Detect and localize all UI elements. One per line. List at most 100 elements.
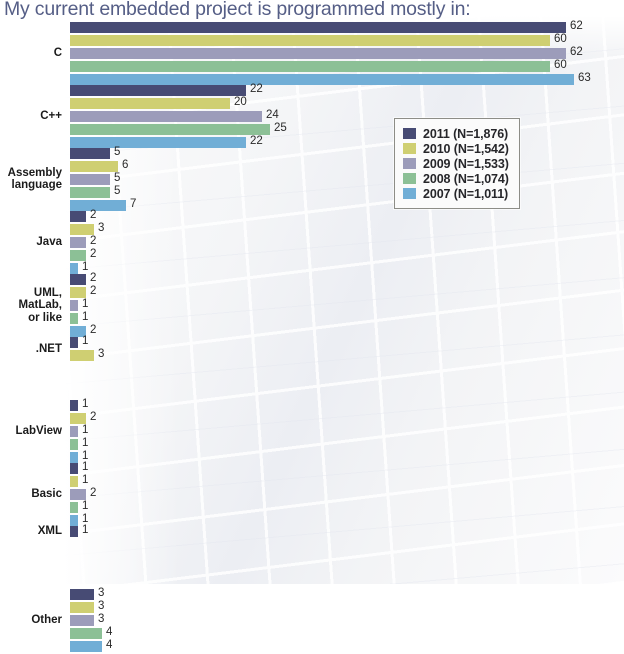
bar-fill bbox=[70, 211, 86, 222]
bar[interactable]: 5 bbox=[70, 172, 120, 185]
bar[interactable]: 3 bbox=[70, 222, 104, 235]
bar-value-label: 2 bbox=[90, 209, 97, 221]
bar[interactable]: 1 bbox=[70, 335, 88, 348]
bar-fill bbox=[70, 48, 566, 59]
bar-value-label: 22 bbox=[250, 135, 263, 147]
bar[interactable]: 3 bbox=[70, 348, 104, 361]
bar-fill bbox=[70, 463, 78, 474]
bar[interactable]: 7 bbox=[70, 198, 136, 211]
bar[interactable]: 1 bbox=[70, 461, 88, 474]
bar[interactable]: 6 bbox=[70, 159, 128, 172]
legend-swatch-icon bbox=[403, 173, 416, 184]
bar[interactable]: 60 bbox=[70, 33, 567, 46]
bar[interactable]: 25 bbox=[70, 122, 287, 135]
category-group: Assembly language 5 6 5 5 7 bbox=[0, 146, 624, 213]
bar-fill bbox=[70, 502, 78, 513]
bar-value-label: 60 bbox=[554, 33, 567, 45]
bar[interactable]: 1 bbox=[70, 437, 88, 450]
bar[interactable]: 1 bbox=[70, 500, 88, 513]
bar-value-label: 3 bbox=[98, 587, 105, 599]
legend-item[interactable]: 2007 (N=1,011) bbox=[403, 186, 509, 201]
bar-value-label: 4 bbox=[106, 626, 113, 638]
category-group: Java 2 3 2 2 1 bbox=[0, 209, 624, 276]
legend-item[interactable]: 2008 (N=1,074) bbox=[403, 171, 509, 186]
bar-value-label: 62 bbox=[570, 20, 583, 32]
bar-fill bbox=[70, 337, 78, 348]
bar[interactable]: 2 bbox=[70, 285, 96, 298]
category-label: Other bbox=[31, 614, 62, 627]
bar-value-label: 5 bbox=[114, 172, 121, 184]
bar-fill bbox=[70, 476, 78, 487]
bar-fill bbox=[70, 439, 78, 450]
legend-item-label: 2011 (N=1,876) bbox=[423, 126, 509, 141]
bar[interactable]: 2 bbox=[70, 209, 96, 222]
legend-swatch-icon bbox=[403, 143, 416, 154]
bar[interactable]: 62 bbox=[70, 20, 583, 33]
category-group: XML 1 bbox=[0, 524, 624, 591]
category-label: .NET bbox=[35, 342, 62, 355]
category-label: XML bbox=[37, 525, 62, 538]
bar[interactable]: 5 bbox=[70, 185, 120, 198]
bar[interactable]: 1 bbox=[70, 298, 88, 311]
bar[interactable]: 1 bbox=[70, 261, 88, 274]
bar[interactable]: 1 bbox=[70, 424, 88, 437]
bar[interactable]: 3 bbox=[70, 613, 104, 626]
bar-value-label: 3 bbox=[98, 222, 105, 234]
bar-fill bbox=[70, 137, 246, 148]
bar[interactable]: 1 bbox=[70, 474, 88, 487]
legend-swatch-icon bbox=[403, 158, 416, 169]
bar[interactable]: 22 bbox=[70, 83, 263, 96]
legend-item-label: 2007 (N=1,011) bbox=[423, 186, 509, 201]
bar[interactable]: 1 bbox=[70, 311, 88, 324]
bar-value-label: 63 bbox=[578, 72, 591, 84]
bar-value-label: 1 bbox=[82, 424, 89, 436]
bar-fill bbox=[70, 224, 94, 235]
bar[interactable]: 22 bbox=[70, 135, 263, 148]
category-label: C++ bbox=[40, 110, 62, 123]
bar[interactable]: 2 bbox=[70, 272, 96, 285]
bar[interactable]: 2 bbox=[70, 487, 96, 500]
bar[interactable]: 60 bbox=[70, 59, 567, 72]
bar-value-label: 1 bbox=[82, 461, 89, 473]
bar[interactable]: 2 bbox=[70, 235, 96, 248]
bar-fill bbox=[70, 98, 230, 109]
bar[interactable]: 63 bbox=[70, 72, 591, 85]
bar-value-label: 1 bbox=[82, 500, 89, 512]
bar[interactable]: 20 bbox=[70, 96, 247, 109]
bar-fill bbox=[70, 124, 270, 135]
category-label: LabView bbox=[15, 425, 62, 438]
legend-item-label: 2010 (N=1,542) bbox=[423, 141, 509, 156]
bar-value-label: 1 bbox=[82, 398, 89, 410]
bar-fill bbox=[70, 187, 110, 198]
bar[interactable]: 24 bbox=[70, 109, 279, 122]
bar-fill bbox=[70, 413, 86, 424]
bar-value-label: 2 bbox=[90, 324, 97, 336]
bar-value-label: 1 bbox=[82, 437, 89, 449]
bar[interactable]: 1 bbox=[70, 524, 88, 537]
bar-value-label: 1 bbox=[82, 311, 89, 323]
legend-item[interactable]: 2011 (N=1,876) bbox=[403, 126, 509, 141]
bar-value-label: 22 bbox=[250, 83, 263, 95]
bar[interactable]: 5 bbox=[70, 146, 120, 159]
bar[interactable]: 1 bbox=[70, 398, 88, 411]
bar[interactable]: 4 bbox=[70, 626, 112, 639]
category-label: C bbox=[53, 47, 62, 60]
bar[interactable]: 2 bbox=[70, 248, 96, 261]
bar-value-label: 6 bbox=[122, 159, 129, 171]
bar-value-label: 5 bbox=[114, 146, 121, 158]
bar[interactable]: 1 bbox=[70, 450, 88, 463]
category-group: .NET 1 3 bbox=[0, 335, 624, 402]
bar[interactable]: 62 bbox=[70, 46, 583, 59]
bar-fill bbox=[70, 274, 86, 285]
bar-value-label: 62 bbox=[570, 46, 583, 58]
legend-item[interactable]: 2009 (N=1,533) bbox=[403, 156, 509, 171]
bar-fill bbox=[70, 526, 78, 537]
category-label: Java bbox=[36, 236, 62, 249]
bar[interactable]: 1 bbox=[70, 513, 88, 526]
category-label: UML, MatLab, or like bbox=[18, 286, 62, 324]
legend-item[interactable]: 2010 (N=1,542) bbox=[403, 141, 509, 156]
bar[interactable]: 3 bbox=[70, 587, 104, 600]
bar[interactable]: 3 bbox=[70, 600, 104, 613]
bar[interactable]: 4 bbox=[70, 639, 112, 652]
bar[interactable]: 2 bbox=[70, 411, 96, 424]
